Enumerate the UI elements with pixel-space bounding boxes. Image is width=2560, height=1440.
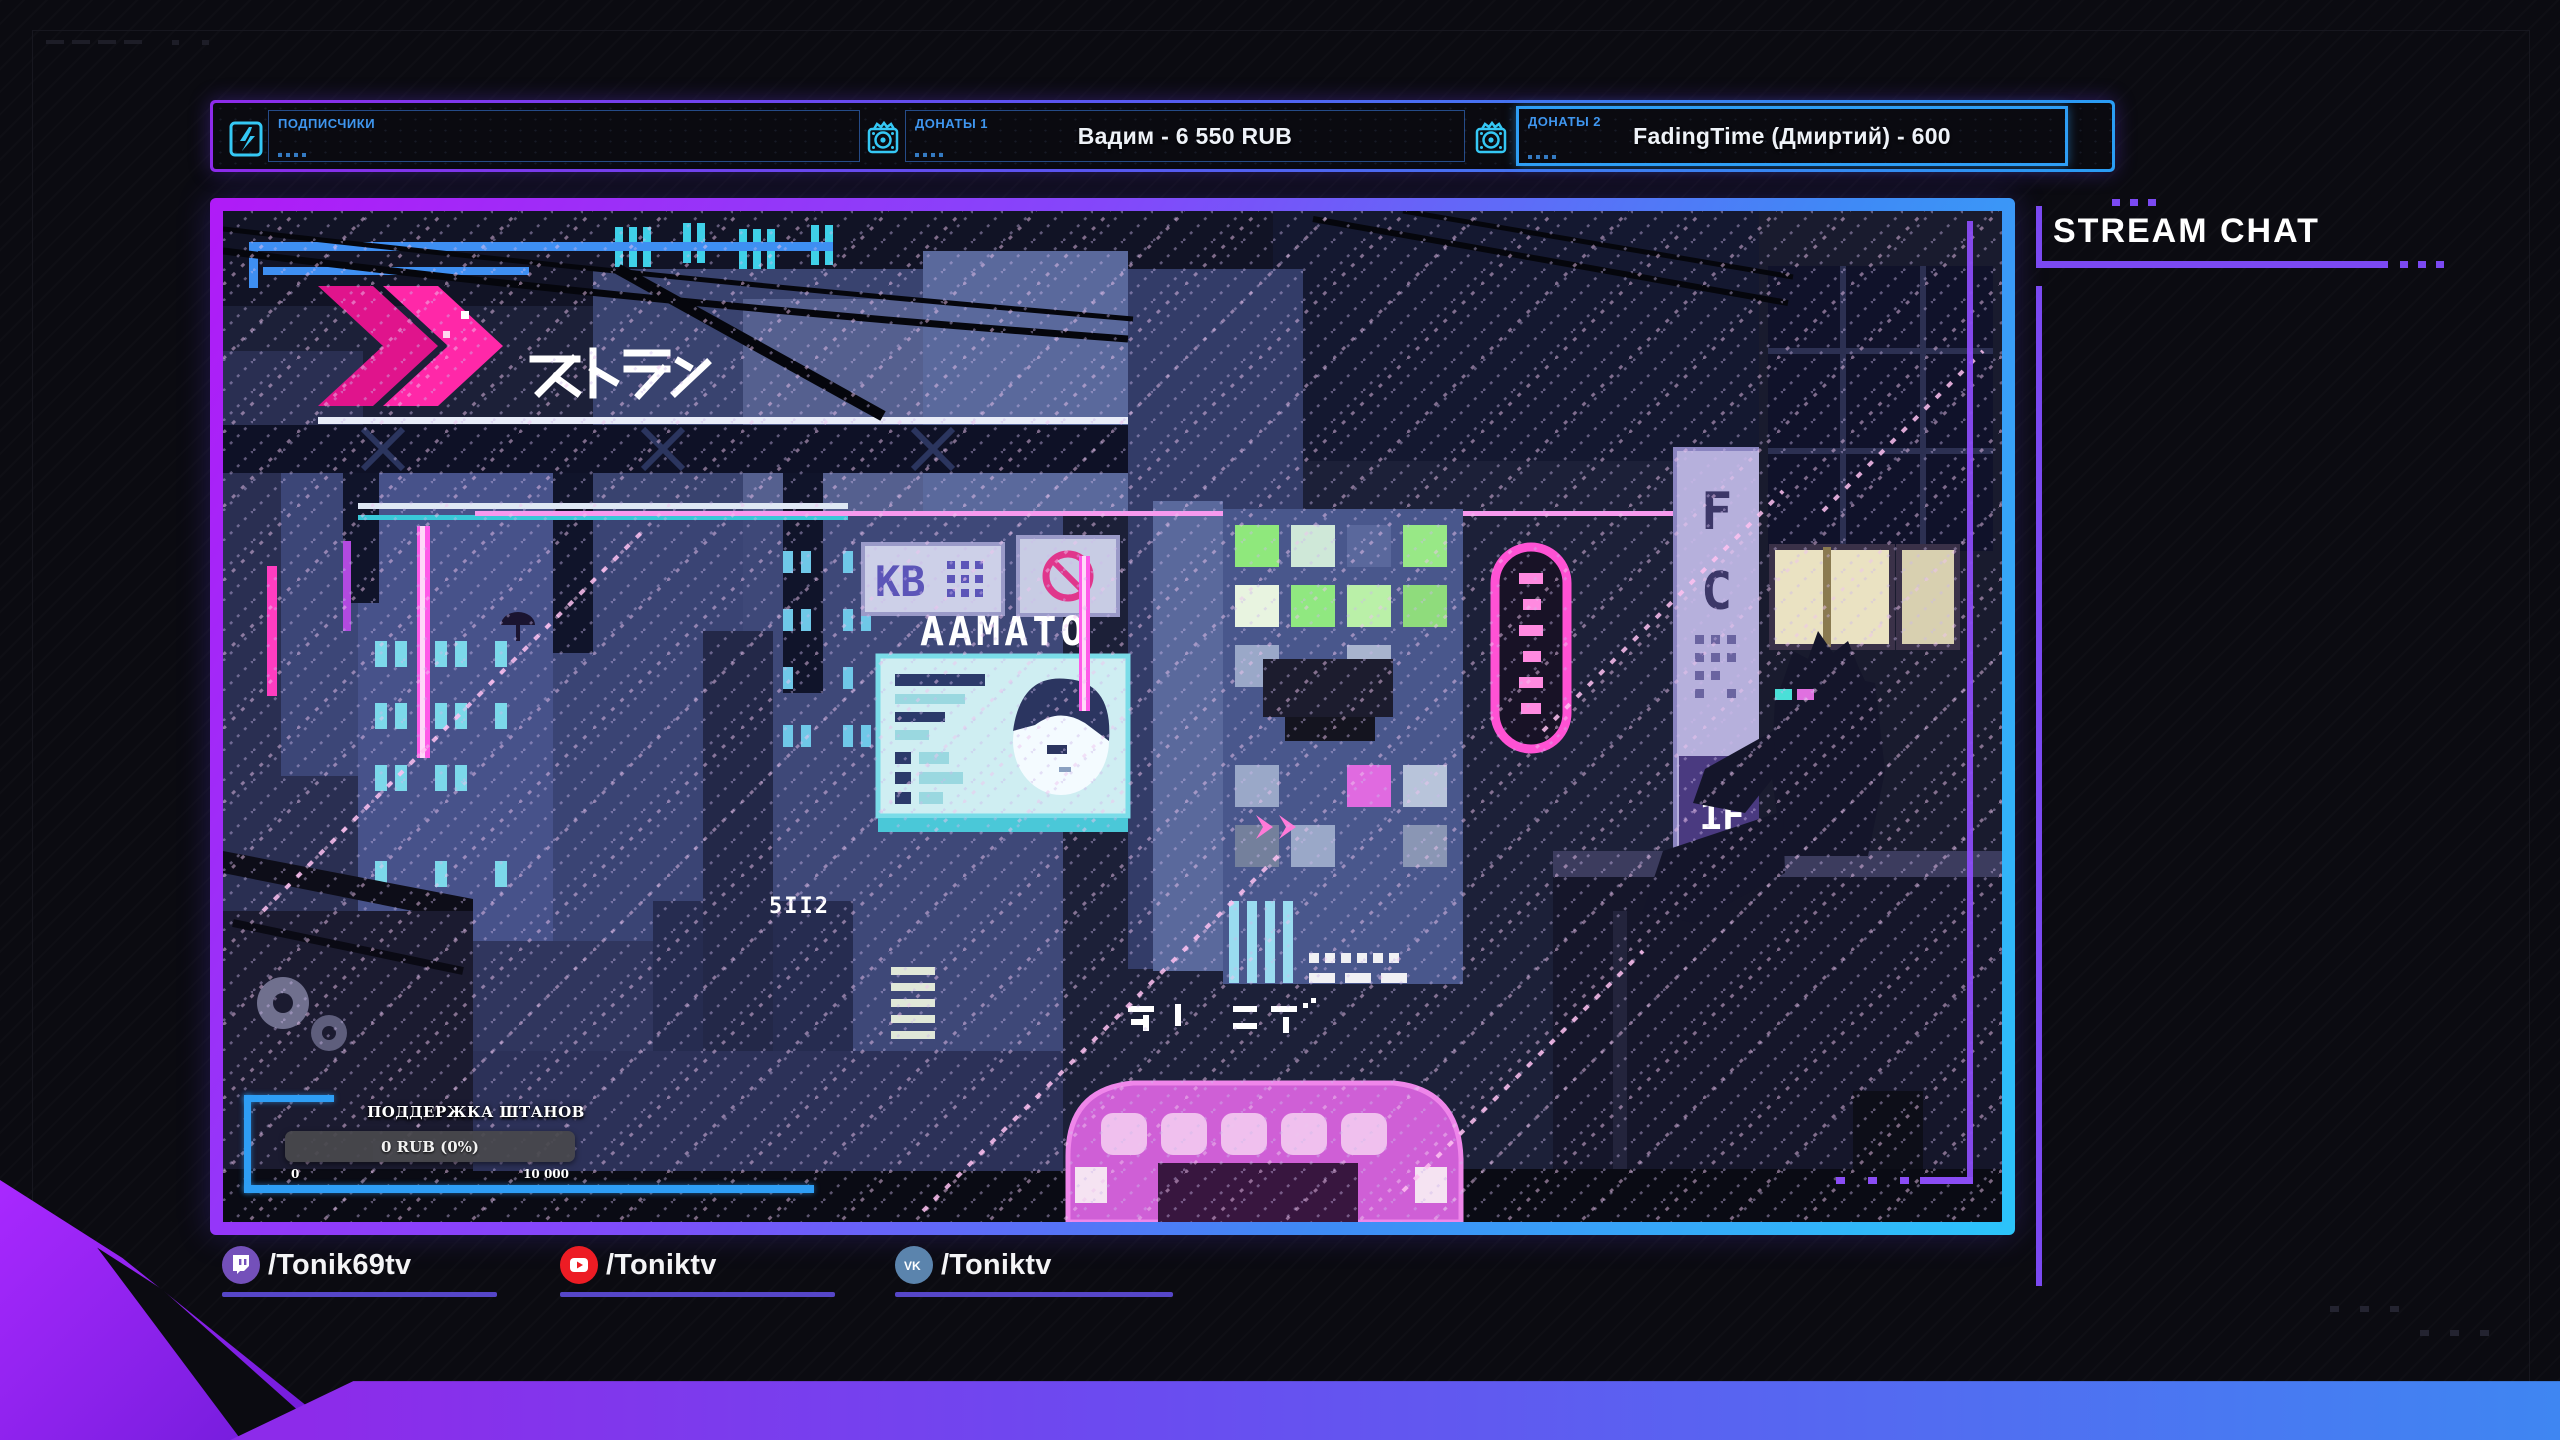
social-underline	[895, 1292, 1173, 1297]
svg-text:VK: VK	[904, 1259, 921, 1272]
corner-dot	[2390, 1306, 2399, 1312]
goal-bracket	[244, 1095, 251, 1192]
vk-icon: VK	[895, 1246, 933, 1284]
goal-scale-min: 0	[291, 1167, 300, 1181]
camera-icon	[867, 120, 899, 154]
social-link-twitch[interactable]: /Tonik69tv	[222, 1246, 502, 1308]
social-handle: /Toniktv	[606, 1248, 717, 1281]
donations2-widget: ДОНАТЫ 2 FadingTime (Дмиртий) - 600	[1516, 106, 2068, 166]
corner-dot	[2420, 1330, 2429, 1336]
donation-goal-scale: 0 10 000	[285, 1167, 575, 1181]
widget-dots	[915, 153, 945, 157]
social-underline	[222, 1292, 497, 1297]
video-frame: 5II2 KB AAMATO	[210, 198, 2015, 1235]
rain-layer	[223, 211, 2002, 1222]
chat-bracket	[2036, 206, 2042, 268]
video-deco-dot	[1836, 1177, 1845, 1184]
chat-deco-dot	[2436, 261, 2444, 268]
subscribers-bolt-icon	[229, 121, 263, 157]
widget-dots	[1528, 155, 1558, 159]
chat-bracket-underline	[2036, 261, 2388, 268]
chat-deco-dot	[2130, 199, 2138, 206]
stream-widgets-bar: ПОДПИСЧИКИ ДОНАТЫ 1 Вадим - 6 550 RUB ДО	[210, 100, 2115, 172]
pixel-art-cityscape: 5II2 KB AAMATO	[223, 211, 2002, 1222]
corner-dot	[2360, 1306, 2369, 1312]
corner-dot	[2330, 1306, 2339, 1312]
donations2-value: FadingTime (Дмиртий) - 600	[1633, 122, 1951, 149]
goal-bracket	[244, 1185, 814, 1193]
chat-deco-dot	[2112, 199, 2120, 206]
social-handle: /Toniktv	[941, 1248, 1052, 1281]
corner-dot	[2480, 1330, 2489, 1336]
game-capture: 5II2 KB AAMATO	[223, 211, 2002, 1222]
youtube-icon	[560, 1246, 598, 1284]
social-link-vk[interactable]: VK /Toniktv	[895, 1246, 1180, 1308]
stream-chat-title: STREAM CHAT	[2053, 212, 2320, 250]
social-underline	[560, 1292, 835, 1297]
goal-bracket	[244, 1095, 334, 1102]
chat-panel-border	[2036, 286, 2042, 1286]
video-deco-line	[1967, 221, 1973, 1183]
corner-dot	[172, 40, 179, 45]
camera-icon	[1475, 120, 1507, 154]
chat-deco-dot	[2148, 199, 2156, 206]
goal-scale-max: 10 000	[523, 1167, 569, 1181]
video-deco-dot	[1900, 1177, 1909, 1184]
subscribers-widget: ПОДПИСЧИКИ	[268, 110, 860, 162]
donation-goal-progress-label: 0 RUB (0%)	[381, 1137, 479, 1156]
widget-dots	[278, 153, 308, 157]
corner-dot	[2450, 1330, 2459, 1336]
bottom-gradient-band	[0, 1381, 2560, 1440]
donations1-widget: ДОНАТЫ 1 Вадим - 6 550 RUB	[905, 110, 1465, 162]
social-link-youtube[interactable]: /Toniktv	[560, 1246, 840, 1308]
chat-deco-dot	[2418, 261, 2426, 268]
video-deco-foot	[1920, 1177, 1973, 1184]
chat-deco-dot	[2400, 261, 2408, 268]
donation-goal-title: ПОДДЕРЖКА ШТАНОВ	[367, 1103, 585, 1121]
twitch-icon	[222, 1246, 260, 1284]
video-deco-dot	[1868, 1177, 1877, 1184]
social-handle: /Tonik69tv	[268, 1248, 412, 1281]
stream-widgets-bar-inner: ПОДПИСЧИКИ ДОНАТЫ 1 Вадим - 6 550 RUB ДО	[213, 103, 2112, 169]
donations1-value: Вадим - 6 550 RUB	[1077, 122, 1293, 149]
corner-dot	[202, 40, 209, 45]
subscribers-label: ПОДПИСЧИКИ	[278, 116, 376, 131]
corner-dash-marks	[46, 40, 150, 44]
donation-goal-progressbar: 0 RUB (0%)	[285, 1131, 575, 1162]
